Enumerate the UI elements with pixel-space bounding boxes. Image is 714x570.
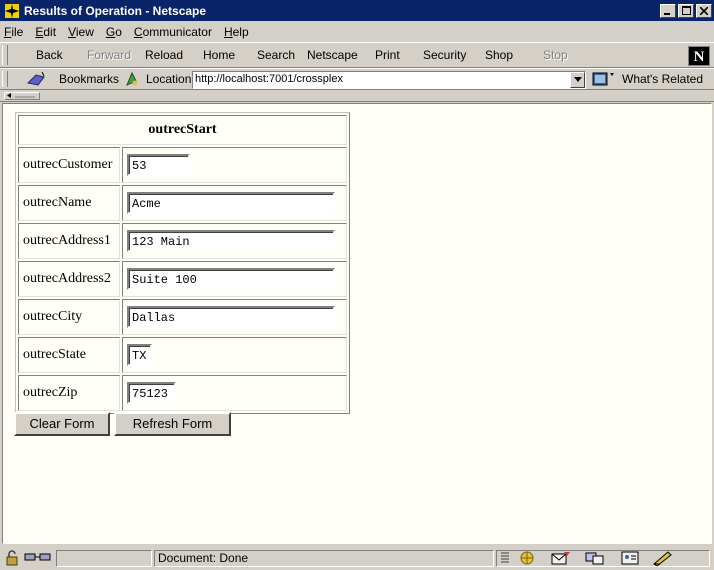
maximize-icon [681,6,691,15]
chevron-down-icon [573,77,582,82]
location-toolbar: Bookmarks Location: http://localhost:700… [0,68,714,90]
refresh-form-button[interactable]: Refresh Form [114,412,231,436]
close-icon [700,6,708,15]
page-content: outrecStart outrecCustomer 53 outrecName… [2,103,712,544]
address2-input[interactable]: Suite 100 [127,268,335,290]
field-label-city: outrecCity [18,299,120,335]
window-title: Results of Operation - Netscape [24,3,207,18]
field-label-address1: outrecAddress1 [18,223,120,259]
state-input[interactable]: TX [127,344,152,366]
navigation-toolbar: Back Forward Reload Home Search Netscape… [0,42,714,68]
menu-communicator[interactable]: Communicator [134,25,212,39]
search-button[interactable]: Search [257,48,295,62]
field-label-name: outrecName [18,185,120,221]
menu-go[interactable]: Go [106,25,122,39]
title-bar: Results of Operation - Netscape [0,0,714,22]
navigator-icon[interactable] [518,550,536,566]
customer-input[interactable]: 53 [127,154,190,176]
maximize-button[interactable] [678,3,694,18]
bookmarks-icon[interactable] [26,71,48,87]
connection-status-icon[interactable] [24,550,52,564]
menu-edit[interactable]: Edit [35,25,56,39]
minimize-button[interactable] [660,3,676,18]
minimize-icon [664,12,670,15]
whats-related-icon[interactable] [592,71,616,87]
form-header: outrecStart [18,115,347,145]
shop-button[interactable]: Shop [485,48,513,62]
status-bar: Document: Done [0,547,714,570]
newsgroups-icon[interactable] [584,550,606,566]
table-row: outrecState TX [18,337,347,373]
back-button[interactable]: Back [36,48,63,62]
table-row: outrecName Acme [18,185,347,221]
table-row: outrecZip 75123 [18,375,347,411]
table-row: outrecAddress1 123 Main [18,223,347,259]
toolbar-grip[interactable] [2,45,8,65]
status-text: Document: Done [154,550,494,567]
reload-button[interactable]: Reload [145,48,183,62]
url-dropdown-button[interactable] [570,72,585,88]
print-button[interactable]: Print [375,48,400,62]
field-label-zip: outrecZip [18,375,120,411]
bookmarks-button[interactable]: Bookmarks [59,72,119,86]
url-input[interactable]: http://localhost:7001/crossplex [192,71,586,89]
collapsed-toolbar-strip [0,90,714,102]
toolbar-tab[interactable] [4,92,40,100]
location-icon[interactable] [124,71,140,87]
field-label-customer: outrecCustomer [18,147,120,183]
security-lock-icon[interactable] [4,550,20,566]
clear-form-button[interactable]: Clear Form [14,412,110,436]
name-input[interactable]: Acme [127,192,335,214]
outrec-form-table: outrecStart outrecCustomer 53 outrecName… [15,112,350,414]
menu-file[interactable]: File [4,25,23,39]
table-row: outrecCity Dallas [18,299,347,335]
location-label: Location: [146,72,195,86]
menu-view[interactable]: View [68,25,94,39]
table-row: outrecCustomer 53 [18,147,347,183]
field-label-state: outrecState [18,337,120,373]
forward-button[interactable]: Forward [87,48,131,62]
netscape-app-icon[interactable] [4,3,20,19]
table-row: outrecAddress2 Suite 100 [18,261,347,297]
progress-indicator [56,550,152,567]
component-bar-grip[interactable] [500,550,510,564]
netscape-logo[interactable]: N [688,46,710,66]
city-input[interactable]: Dallas [127,306,335,328]
field-label-address2: outrecAddress2 [18,261,120,297]
home-button[interactable]: Home [203,48,235,62]
zip-input[interactable]: 75123 [127,382,176,404]
toolbar-grip[interactable] [2,71,8,87]
menu-help[interactable]: Help [224,25,249,39]
menu-bar: File Edit View Go Communicator Help [0,22,714,41]
mail-icon[interactable] [550,550,572,566]
whats-related-button[interactable]: What's Related [622,72,703,86]
netscape-button[interactable]: Netscape [307,48,358,62]
address-book-icon[interactable] [620,550,640,566]
address1-input[interactable]: 123 Main [127,230,335,252]
stop-button[interactable]: Stop [543,48,568,62]
close-button[interactable] [696,3,712,18]
security-button[interactable]: Security [423,48,466,62]
composer-icon[interactable] [652,550,674,566]
